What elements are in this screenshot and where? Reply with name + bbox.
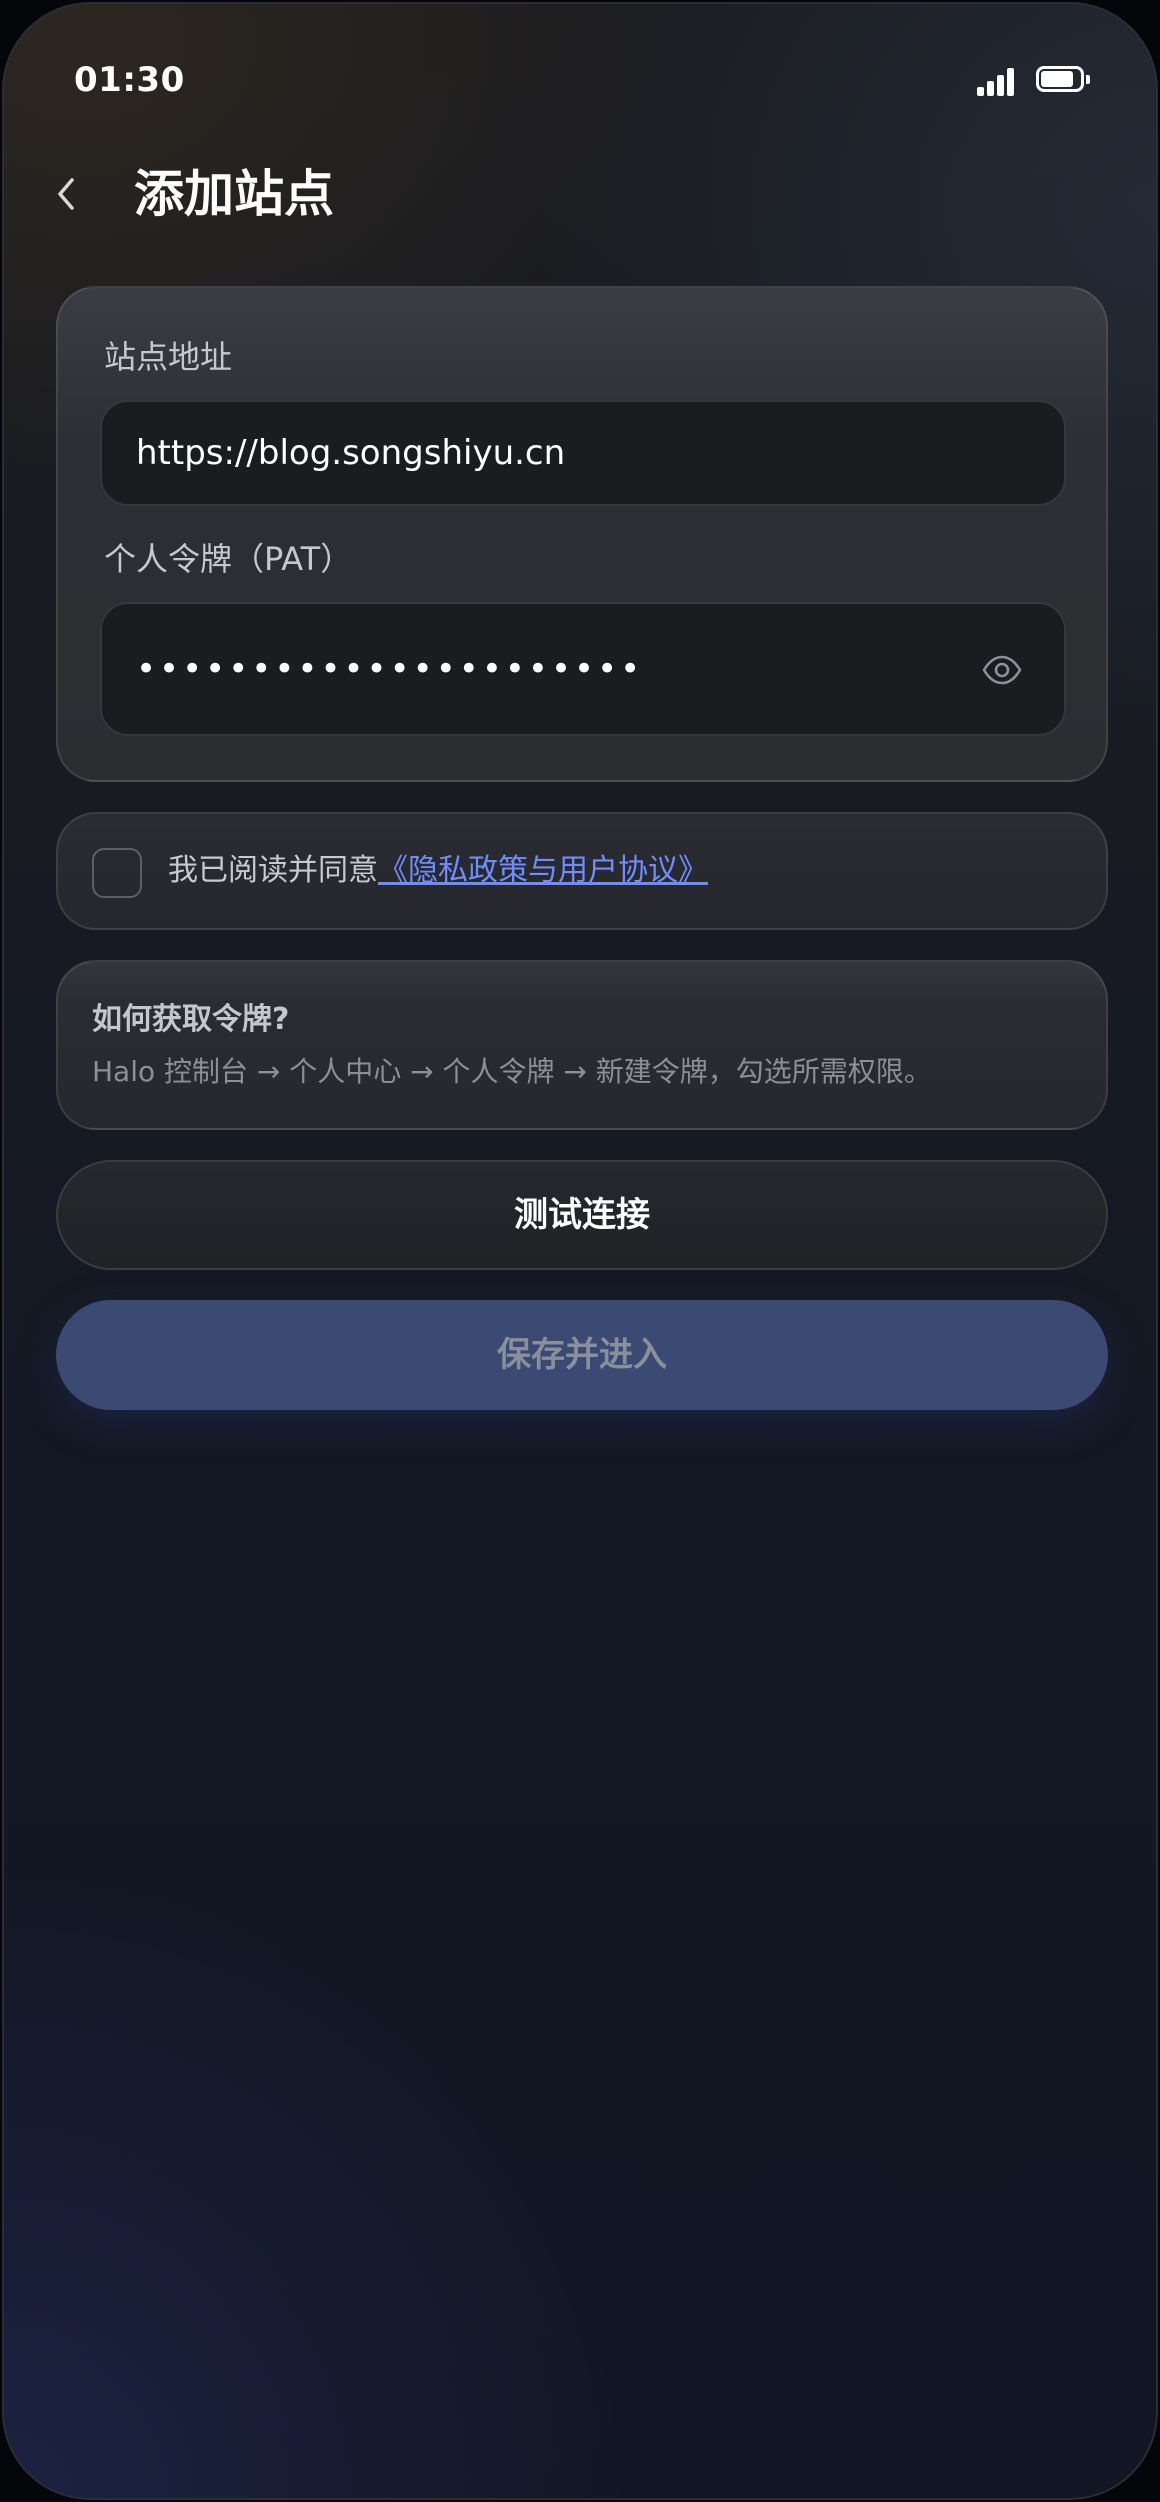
token-input[interactable]: •••••••••••••••••••••• xyxy=(100,602,1066,736)
site-form-card: 站点地址 https://blog.songshiyu.cn 个人令牌（PAT）… xyxy=(56,286,1108,782)
agreement-text: 我已阅读并同意《隐私政策与用户协议》 xyxy=(168,814,708,928)
page-title: 添加站点 xyxy=(134,165,334,223)
battery-icon xyxy=(1036,66,1092,96)
token-value: •••••••••••••••••••••• xyxy=(136,649,644,689)
eye-icon[interactable] xyxy=(980,648,1024,692)
status-time: 01:30 xyxy=(74,60,185,100)
site-url-label: 站点地址 xyxy=(104,338,233,376)
help-title: 如何获取令牌? xyxy=(92,1002,290,1037)
agreement-checkbox[interactable] xyxy=(92,848,142,898)
phone-screen: 01:30 添加站点 站点地址 https://blog.songshiyu.c… xyxy=(2,2,1158,2500)
chevron-left-icon[interactable] xyxy=(52,174,82,214)
help-body: Halo 控制台 → 个人中心 → 个人令牌 → 新建令牌，勾选所需权限。 xyxy=(92,1055,932,1088)
token-help-card: 如何获取令牌? Halo 控制台 → 个人中心 → 个人令牌 → 新建令牌，勾选… xyxy=(56,960,1108,1130)
site-url-value: https://blog.songshiyu.cn xyxy=(136,433,566,473)
save-and-enter-button[interactable]: 保存并进入 xyxy=(56,1300,1108,1410)
site-url-input[interactable]: https://blog.songshiyu.cn xyxy=(100,400,1066,506)
test-connection-button[interactable]: 测试连接 xyxy=(56,1160,1108,1270)
token-label: 个人令牌（PAT） xyxy=(104,540,353,578)
privacy-policy-link[interactable]: 《隐私政策与用户协议》 xyxy=(378,853,708,888)
signal-icon xyxy=(977,68,1015,96)
agreement-card: 我已阅读并同意《隐私政策与用户协议》 xyxy=(56,812,1108,930)
agreement-prefix: 我已阅读并同意 xyxy=(168,853,378,888)
